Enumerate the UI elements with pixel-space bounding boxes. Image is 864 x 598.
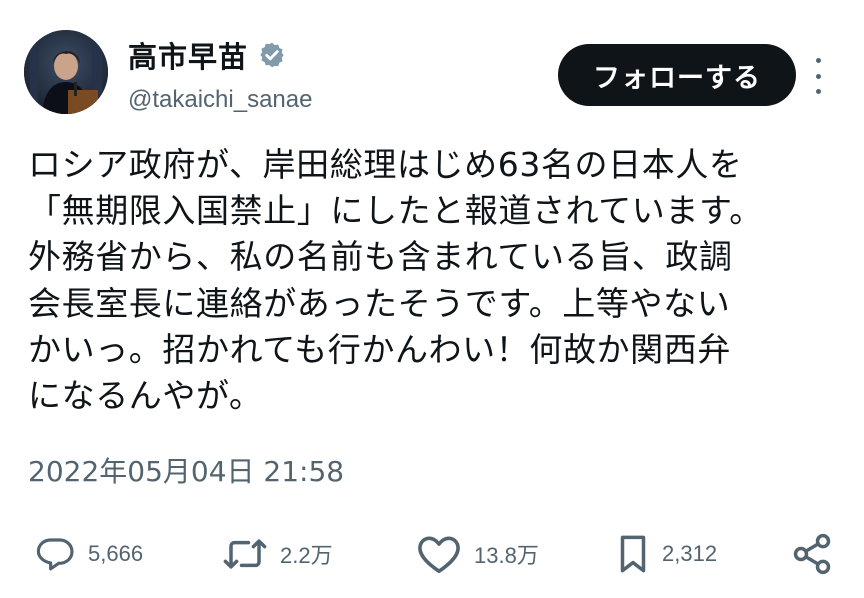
- tweet-line: 外務省から、私の名前も含まれている旨、政調: [28, 237, 733, 277]
- reply-count: 5,666: [88, 541, 144, 566]
- author-row: 高市早苗: [128, 34, 286, 76]
- bookmark-icon: [620, 535, 646, 573]
- follow-button[interactable]: フォローする: [558, 44, 796, 106]
- tweet-timestamp[interactable]: 2022年05月04日 21:58: [28, 450, 344, 490]
- bookmark-count: 2,312: [662, 541, 718, 566]
- reply-icon: [36, 538, 74, 571]
- tweet-line: になるんやが。: [28, 376, 263, 416]
- author-name[interactable]: 高市早苗: [128, 34, 248, 76]
- tweet-line: ロシア政府が、岸田総理はじめ63名の日本人を: [28, 145, 743, 184]
- share-icon: [793, 533, 831, 575]
- tweet-text: ロシア政府が、岸田総理はじめ63名の日本人を 「無期限入国禁止」にしたと報道され…: [28, 142, 848, 419]
- avatar[interactable]: [24, 30, 108, 114]
- action-bar: 5,666 2.2万 13.8万 2,312: [0, 528, 864, 580]
- heart-icon: [418, 536, 460, 573]
- bookmark-button[interactable]: 2,312: [616, 528, 717, 580]
- repost-icon: [223, 539, 267, 569]
- repost-button[interactable]: 2.2万: [222, 528, 333, 580]
- author-handle[interactable]: @takaichi_sanae: [128, 86, 312, 114]
- verified-badge-icon: [258, 41, 286, 69]
- like-button[interactable]: 13.8万: [416, 528, 539, 580]
- tweet-line: 「無期限入国禁止」にしたと報道されています。: [28, 191, 763, 231]
- tweet-line: 会長室長に連絡があったそうです。上等やない: [28, 283, 731, 323]
- reply-button[interactable]: 5,666: [34, 528, 143, 580]
- repost-count: 2.2万: [280, 543, 333, 568]
- more-vertical-icon[interactable]: [808, 56, 828, 96]
- tweet-line: かいっ。招かれても行かんわい！何故か関西弁: [28, 329, 731, 369]
- share-button[interactable]: [790, 528, 834, 580]
- avatar-image: [24, 30, 108, 114]
- like-count: 13.8万: [474, 543, 539, 568]
